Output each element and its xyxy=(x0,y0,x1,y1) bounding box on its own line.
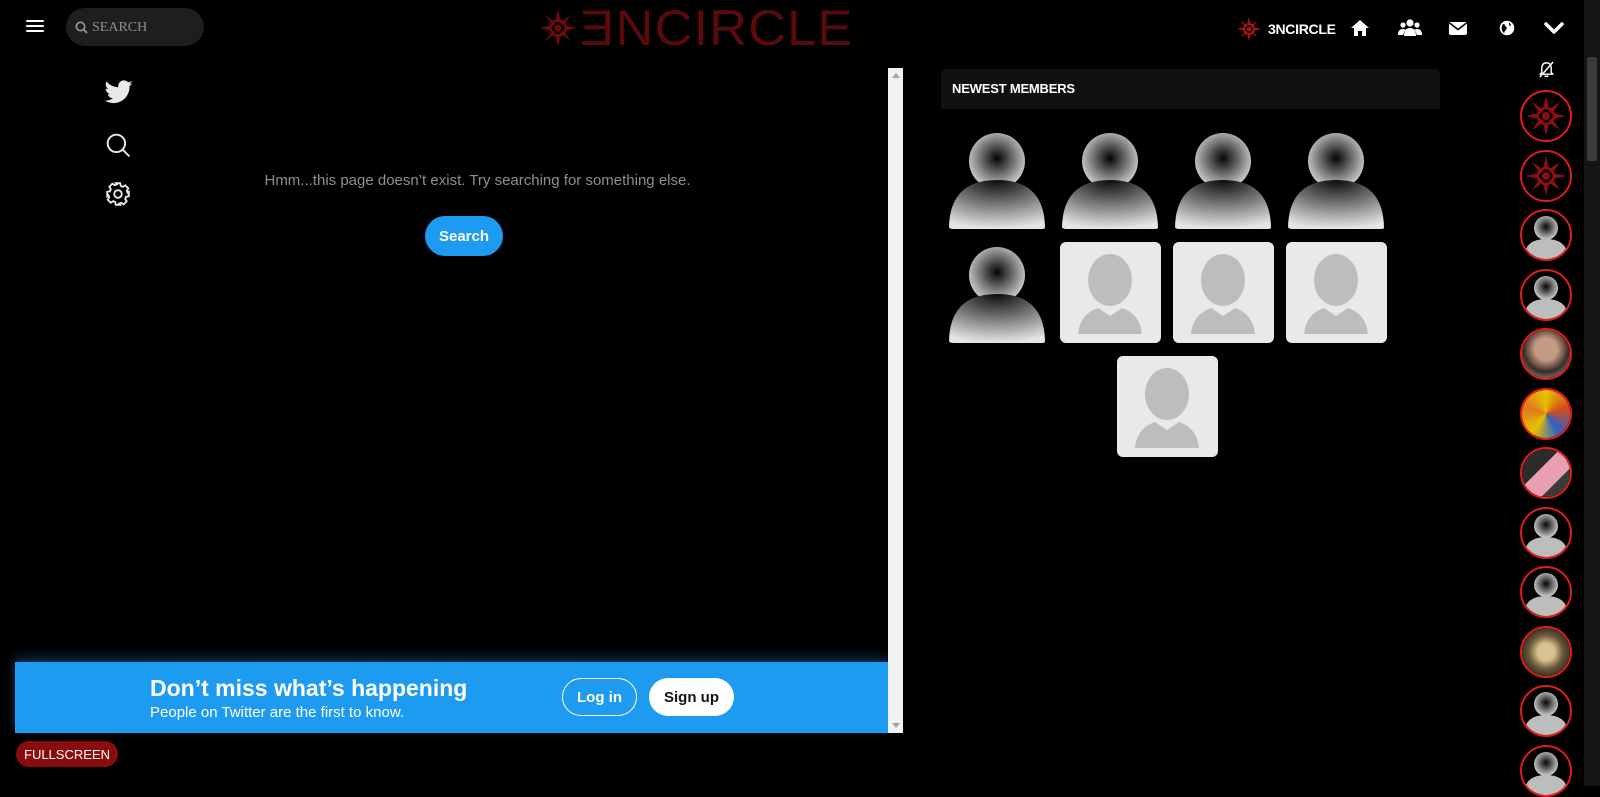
member-avatar[interactable] xyxy=(1286,242,1387,343)
member-avatar[interactable] xyxy=(947,128,1048,229)
member-avatar[interactable] xyxy=(947,242,1048,343)
signup-banner: Don’t miss what’s happening People on Tw… xyxy=(15,662,888,733)
twitter-embed: Hmm...this page doesn’t exist. Try searc… xyxy=(15,68,903,733)
site-search[interactable] xyxy=(66,8,204,46)
member-avatar[interactable] xyxy=(1060,128,1161,229)
login-button[interactable]: Log in xyxy=(562,678,637,716)
scrollbar-thumb[interactable] xyxy=(1587,57,1597,161)
online-user-avatar[interactable] xyxy=(1520,149,1572,202)
brand-label: 3NCIRCLE xyxy=(1268,21,1336,37)
logo-text: ƎNCIRCLE xyxy=(579,0,854,56)
signup-button[interactable]: Sign up xyxy=(649,678,734,716)
fullscreen-button[interactable]: FULLSCREEN xyxy=(16,741,118,767)
home-icon[interactable] xyxy=(1349,17,1371,39)
online-user-avatar[interactable] xyxy=(1520,387,1572,440)
banner-subtitle: People on Twitter are the first to know. xyxy=(150,704,405,721)
globe-icon[interactable] xyxy=(1497,17,1517,39)
online-user-avatar[interactable] xyxy=(1520,506,1572,559)
explore-search-icon[interactable] xyxy=(105,132,131,158)
online-users-rail xyxy=(1508,56,1584,797)
member-avatar[interactable] xyxy=(1117,356,1218,457)
scroll-up-arrow-icon[interactable] xyxy=(892,73,900,78)
site-logo[interactable]: ƎNCIRCLE xyxy=(538,3,852,53)
widget-title: NEWEST MEMBERS xyxy=(941,69,1440,109)
online-user-avatar[interactable] xyxy=(1520,447,1572,499)
menu-icon[interactable] xyxy=(26,17,44,35)
top-bar: ƎNCIRCLE 3NCIRCLE xyxy=(0,0,1584,56)
online-user-avatar[interactable] xyxy=(1520,209,1572,261)
banner-title: Don’t miss what’s happening xyxy=(150,675,468,701)
members-grid xyxy=(941,109,1440,469)
embed-scrollbar[interactable] xyxy=(888,68,903,733)
member-avatar[interactable] xyxy=(1173,242,1274,343)
not-found-message: Hmm...this page doesn’t exist. Try searc… xyxy=(15,172,910,189)
online-user-avatar[interactable] xyxy=(1520,744,1572,797)
chevron-down-icon[interactable] xyxy=(1543,17,1565,39)
scroll-down-arrow-icon[interactable] xyxy=(892,723,900,728)
newest-members-widget: NEWEST MEMBERS xyxy=(941,69,1440,469)
not-found-text: Hmm...this page doesn’t exist. Try searc… xyxy=(264,172,691,189)
twitter-search-button[interactable]: Search xyxy=(425,216,503,256)
notifications-off-icon[interactable] xyxy=(1538,61,1555,78)
online-user-avatar[interactable] xyxy=(1520,90,1572,142)
logo-emblem-icon xyxy=(1236,16,1262,42)
online-user-avatar[interactable] xyxy=(1520,268,1572,321)
mail-icon[interactable] xyxy=(1447,17,1469,39)
twitter-bird-icon[interactable] xyxy=(105,80,133,104)
online-user-avatar[interactable] xyxy=(1520,685,1572,737)
logo-emblem-icon xyxy=(539,9,577,47)
groups-icon[interactable] xyxy=(1398,17,1422,39)
page-scrollbar[interactable] xyxy=(1584,0,1600,786)
member-avatar[interactable] xyxy=(1173,128,1274,229)
online-user-avatar[interactable] xyxy=(1520,566,1572,618)
brand-link[interactable]: 3NCIRCLE xyxy=(1236,16,1336,42)
member-avatar[interactable] xyxy=(1286,128,1387,229)
search-input[interactable] xyxy=(90,17,199,39)
online-user-avatar[interactable] xyxy=(1520,328,1572,380)
search-icon xyxy=(75,21,88,34)
online-user-avatar[interactable] xyxy=(1520,625,1572,678)
member-avatar[interactable] xyxy=(1060,242,1161,343)
